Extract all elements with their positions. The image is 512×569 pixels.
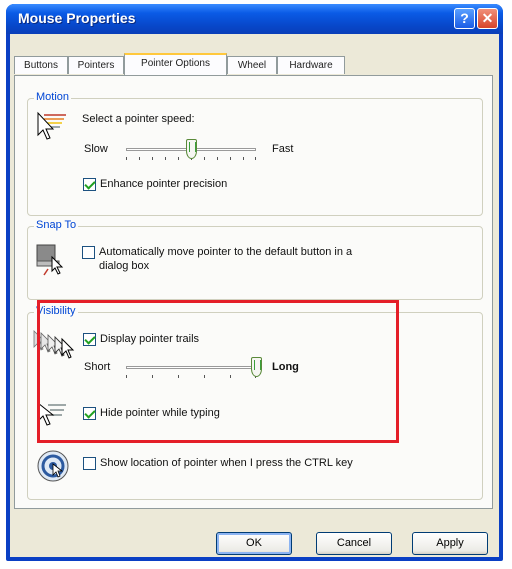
tab-pointer-options[interactable]: Pointer Options: [124, 53, 227, 75]
long-label: Long: [272, 361, 299, 373]
cancel-button[interactable]: Cancel: [316, 532, 392, 555]
motion-group: Motion Select a pointer speed: Slow Fast: [27, 91, 483, 216]
pointer-trails-checkbox[interactable]: [83, 333, 96, 346]
mouse-properties-window: Mouse Properties ? ✕ Buttons Pointers Po…: [6, 4, 503, 561]
snap-to-icon: [36, 244, 64, 276]
tab-hardware[interactable]: Hardware: [277, 56, 345, 74]
short-label: Short: [84, 361, 111, 373]
pointer-speed-slider-thumb[interactable]: [186, 139, 197, 159]
pointer-options-page: Motion Select a pointer speed: Slow Fast: [14, 75, 493, 509]
show-location-icon: [37, 450, 69, 482]
snap-to-group: Snap To Automatically move pointer to th…: [27, 219, 483, 300]
hide-pointer-checkbox[interactable]: [83, 407, 96, 420]
pointer-speed-prompt: Select a pointer speed:: [82, 113, 195, 125]
ok-button[interactable]: OK: [216, 532, 292, 555]
snap-to-label-line2: dialog box: [99, 260, 150, 272]
close-button[interactable]: ✕: [477, 8, 498, 29]
show-location-label: Show location of pointer when I press th…: [100, 457, 353, 469]
pointer-trails-icon: [33, 330, 75, 359]
trail-length-track: [126, 366, 256, 369]
trail-length-ticks: [126, 375, 256, 379]
motion-legend: Motion: [34, 91, 72, 103]
visibility-legend: Visibility: [34, 305, 78, 317]
snap-to-legend: Snap To: [34, 219, 79, 231]
hide-pointer-label: Hide pointer while typing: [100, 407, 220, 419]
title-bar[interactable]: Mouse Properties ? ✕: [6, 4, 503, 34]
trail-length-slider-thumb[interactable]: [251, 357, 262, 377]
window-title: Mouse Properties: [18, 10, 136, 26]
snap-to-label-line1: Automatically move pointer to the defaul…: [99, 246, 353, 258]
apply-button[interactable]: Apply: [412, 532, 488, 555]
help-button[interactable]: ?: [454, 8, 475, 29]
pointer-trails-label: Display pointer trails: [100, 333, 200, 345]
slow-label: Slow: [84, 143, 108, 155]
enhance-precision-checkbox[interactable]: [83, 178, 96, 191]
tab-wheel[interactable]: Wheel: [227, 56, 277, 74]
hide-pointer-icon: [37, 401, 66, 426]
pointer-speed-icon: [37, 111, 66, 140]
tab-buttons[interactable]: Buttons: [14, 56, 68, 74]
fast-label: Fast: [272, 143, 294, 155]
dialog-client-area: Buttons Pointers Pointer Options Wheel H…: [10, 34, 499, 557]
visibility-group: Visibility Display pointer trails Short …: [27, 305, 483, 500]
tab-pointers[interactable]: Pointers: [68, 56, 124, 74]
snap-to-checkbox[interactable]: [82, 246, 95, 259]
enhance-precision-label: Enhance pointer precision: [100, 178, 228, 190]
show-location-checkbox[interactable]: [83, 457, 96, 470]
